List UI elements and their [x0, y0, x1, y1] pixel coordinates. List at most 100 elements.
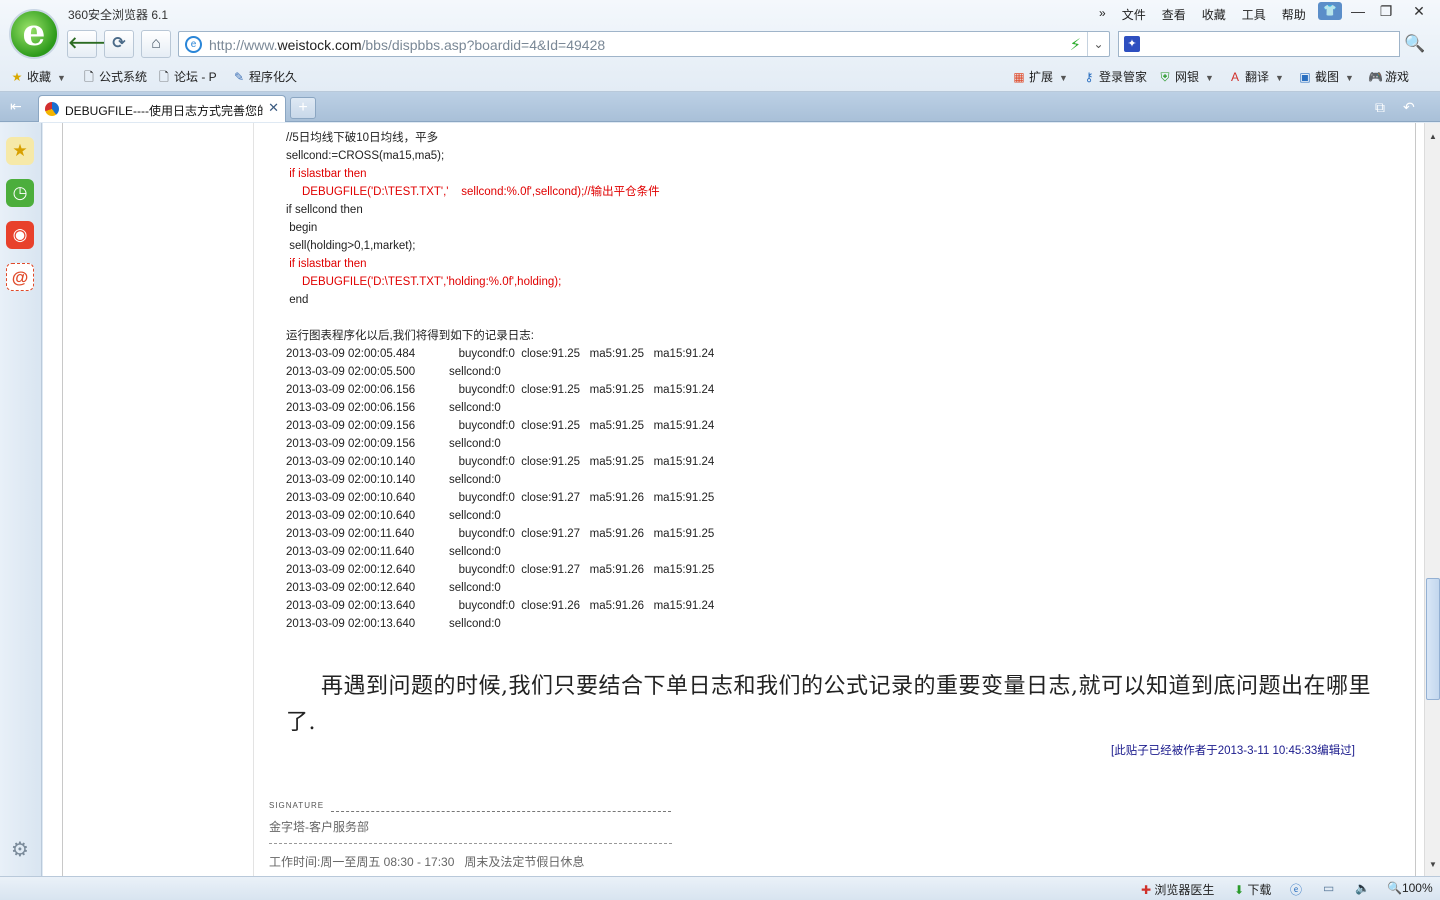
code-line: if islastbar then	[286, 258, 367, 270]
page-content: //5日均线下破10日均线，平多 sellcond:=CROSS(ma15,ma5…	[43, 123, 1424, 876]
undo-close-tab-icon[interactable]: ↶	[1403, 99, 1415, 116]
log-message: sellcond:0	[449, 366, 501, 378]
restore-button[interactable]: ❐	[1374, 2, 1398, 20]
log-timestamp: 2013-03-09 02:00:10.140	[286, 456, 416, 468]
zoom-icon: 🔍	[1387, 881, 1402, 895]
toolbar-translate[interactable]: A 翻译 ▼	[1228, 68, 1284, 85]
ie-engine-icon[interactable]: ⓔ	[1290, 881, 1302, 898]
log-timestamp: 2013-03-09 02:00:05.484	[286, 348, 416, 360]
log-timestamp: 2013-03-09 02:00:11.640	[286, 528, 415, 540]
code-line: if sellcond then	[286, 204, 363, 216]
shield-icon: ⛨	[1160, 70, 1170, 84]
code-line: sellcond:=CROSS(ma15,ma5);	[286, 150, 445, 162]
scroll-thumb[interactable]	[1426, 578, 1440, 700]
search-icon[interactable]: 🔍	[1402, 31, 1428, 57]
settings-gear-icon[interactable]: ⚙	[6, 836, 34, 864]
log-message: sellcond:0	[449, 474, 501, 486]
left-sidebar: ★ ◷ ◉ @ ⚙	[0, 123, 42, 876]
tab-list-icon[interactable]: ⧉	[1375, 99, 1385, 116]
menu-file[interactable]: 文件	[1114, 4, 1154, 25]
browser-logo-icon: e	[9, 9, 59, 59]
tab-bar: ⇤ DEBUGFILE----使用日志方式完善您的 ✕ + ⧉ ↶	[0, 92, 1440, 122]
code-line: sell(holding>0,1,market);	[286, 240, 416, 252]
toolbar-screenshot[interactable]: ▣ 截图 ▼	[1298, 68, 1354, 85]
weibo-icon[interactable]: ◉	[6, 221, 34, 249]
back-button[interactable]: 🡐	[67, 30, 111, 58]
scroll-up-icon[interactable]: ▲	[1425, 129, 1440, 145]
code-line: DEBUGFILE('D:\TEST.TXT',' sellcond:%.0f'…	[286, 186, 660, 198]
search-input[interactable]: ✦	[1118, 31, 1400, 57]
post-divider	[253, 123, 254, 876]
skin-icon[interactable]: 👕	[1318, 2, 1342, 20]
window-icon[interactable]: ▭	[1323, 881, 1334, 895]
log-message: buycondf:0 close:91.25 ma5:91.25 ma15:91…	[449, 456, 715, 468]
toolbar-online-bank[interactable]: ⛨ 网银 ▼	[1158, 68, 1213, 85]
tab-title: DEBUGFILE----使用日志方式完善您的	[65, 104, 263, 118]
log-timestamp: 2013-03-09 02:00:12.640	[286, 582, 416, 594]
log-timestamp: 2013-03-09 02:00:10.640	[286, 492, 416, 504]
log-message: buycondf:0 close:91.27 ma5:91.26 ma15:91…	[449, 492, 715, 504]
fav-collect[interactable]: ★ 收藏 ▼	[10, 68, 66, 85]
log-timestamp: 2013-03-09 02:00:05.500	[286, 366, 416, 378]
tab-close-icon[interactable]: ✕	[268, 100, 279, 116]
log-row: 2013-03-09 02:00:10.140 buycondf:0 close…	[286, 453, 714, 471]
address-bar[interactable]: e http://www.weistock.com/bbs/dispbbs.as…	[178, 31, 1110, 57]
log-timestamp: 2013-03-09 02:00:10.640	[286, 510, 416, 522]
signature-divider	[331, 811, 671, 812]
zoom-control[interactable]: 🔍100%	[1387, 881, 1433, 895]
minimize-button[interactable]: —	[1346, 2, 1370, 20]
search-engine-icon[interactable]: ✦	[1124, 36, 1140, 52]
log-message: buycondf:0 close:91.27 ma5:91.26 ma15:91…	[449, 528, 715, 540]
download-manager[interactable]: ⬇ 下载	[1234, 881, 1271, 898]
menu-view[interactable]: 查看	[1154, 4, 1194, 25]
toolbar-login-manager[interactable]: ⚷ 登录管家	[1082, 68, 1147, 85]
history-clock-icon[interactable]: ◷	[6, 179, 34, 207]
signature-separator	[269, 843, 672, 844]
address-text[interactable]: http://www.weistock.com/bbs/dispbbs.asp?…	[209, 37, 605, 53]
menu-overflow-icon[interactable]: »	[1091, 4, 1114, 25]
close-window-button[interactable]: ✕	[1407, 2, 1431, 20]
refresh-button[interactable]: ⟳	[104, 30, 134, 58]
address-dropdown-icon[interactable]: ⌄	[1087, 32, 1109, 56]
log-timestamp: 2013-03-09 02:00:09.156	[286, 438, 416, 450]
new-tab-button[interactable]: +	[290, 97, 316, 119]
toolbar-extensions[interactable]: ▦ 扩展 ▼	[1012, 68, 1068, 85]
vertical-scrollbar[interactable]: ▲ ▼	[1424, 123, 1440, 876]
log-row: 2013-03-09 02:00:05.500 sellcond:0	[286, 363, 714, 381]
fav-programmatic[interactable]: ✎ 程序化久	[232, 68, 297, 85]
browser-doctor[interactable]: ✚ 浏览器医生	[1141, 881, 1214, 898]
sidebar-toggle-icon[interactable]: ⇤	[10, 98, 22, 115]
favorites-star-icon[interactable]: ★	[6, 137, 34, 165]
log-row: 2013-03-09 02:00:11.640 buycondf:0 close…	[286, 525, 714, 543]
favorites-bar: ★ 收藏 ▼ 🗋 公式系统 🗋 论坛 - P ✎ 程序化久 ▦ 扩展 ▼ ⚷ 登录管家 ⛨ 网银 ▼…	[0, 63, 1440, 89]
menu-tools[interactable]: 工具	[1234, 4, 1274, 25]
log-row: 2013-03-09 02:00:06.156 buycondf:0 close…	[286, 381, 714, 399]
mail-icon[interactable]: @	[6, 263, 34, 291]
fav-forum[interactable]: 🗋 论坛 - P	[157, 68, 217, 89]
log-row: 2013-03-09 02:00:10.640 sellcond:0	[286, 507, 714, 525]
log-row: 2013-03-09 02:00:11.640 sellcond:0	[286, 543, 714, 561]
doctor-cross-icon: ✚	[1141, 883, 1152, 897]
fav-formula-system[interactable]: 🗋 公式系统	[82, 68, 147, 89]
game-icon: 🎮	[1368, 70, 1383, 84]
menu-favorites[interactable]: 收藏	[1194, 4, 1234, 25]
signature-name: 金字塔-客户服务部	[269, 820, 369, 834]
log-row: 2013-03-09 02:00:12.640 sellcond:0	[286, 579, 714, 597]
log-row: 2013-03-09 02:00:12.640 buycondf:0 close…	[286, 561, 714, 579]
toolbar-games[interactable]: 🎮 游戏	[1368, 68, 1409, 85]
log-row: 2013-03-09 02:00:10.640 buycondf:0 close…	[286, 489, 714, 507]
log-timestamp: 2013-03-09 02:00:12.640	[286, 564, 416, 576]
screenshot-icon: ▣	[1299, 70, 1311, 84]
scroll-down-icon[interactable]: ▼	[1425, 857, 1440, 873]
log-message: sellcond:0	[449, 582, 501, 594]
speaker-icon[interactable]: 🔈	[1355, 881, 1370, 895]
security-icon: e	[185, 36, 202, 53]
log-message: sellcond:0	[449, 402, 501, 414]
signature-hours: 工作时间:周一至周五 08:30 - 17:30 周末及法定节假日休息	[269, 855, 585, 869]
edited-note: [此贴子已经被作者于2013-3-11 10:45:33编辑过]	[1111, 745, 1355, 757]
speed-mode-icon[interactable]: ⚡	[1070, 35, 1081, 55]
log-intro: 运行图表程序化以后,我们将得到如下的记录日志:	[286, 330, 534, 342]
home-button[interactable]: ⌂	[141, 30, 171, 58]
tab-active[interactable]: DEBUGFILE----使用日志方式完善您的 ✕	[38, 95, 286, 122]
menu-help[interactable]: 帮助	[1274, 4, 1314, 25]
